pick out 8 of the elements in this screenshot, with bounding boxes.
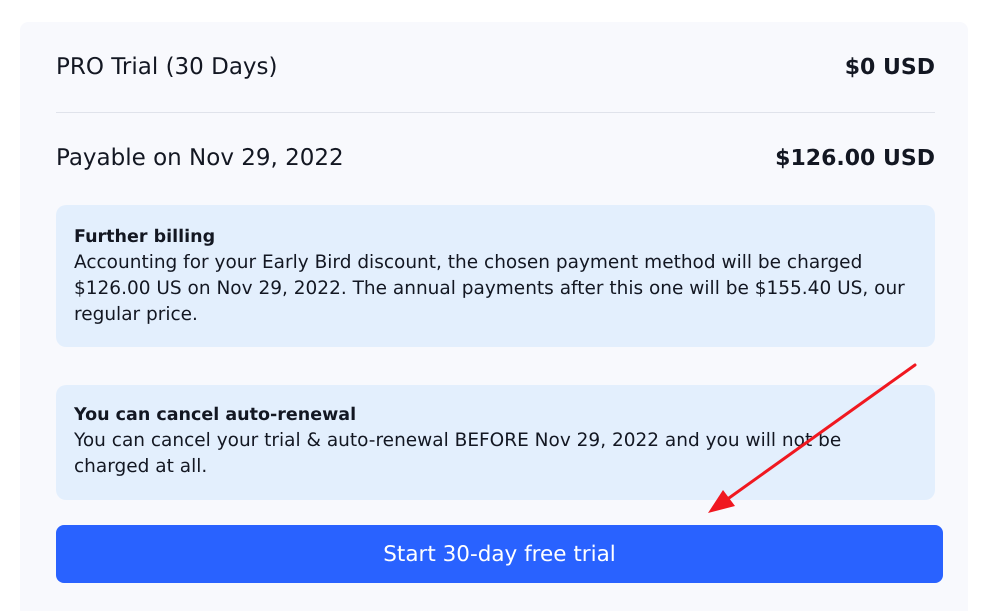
notice-text: Accounting for your Early Bird discount, the chosen payment method will be charged $126.00 US on Nov 29, 2022. The annual payments after this one will be $155.40 US, our regular price.	[74, 251, 906, 327]
line-item-label: PRO Trial (30 Days)	[56, 54, 278, 80]
line-item-amount: $126.00 USD	[775, 146, 935, 170]
start-trial-button[interactable]: Start 30-day free trial	[56, 525, 943, 583]
line-item-label: Payable on Nov 29, 2022	[56, 145, 344, 171]
line-item-amount: $0 USD	[844, 54, 935, 80]
notice-title: You can cancel auto-renewal	[74, 404, 358, 427]
notice-title: Further billing	[74, 226, 216, 249]
